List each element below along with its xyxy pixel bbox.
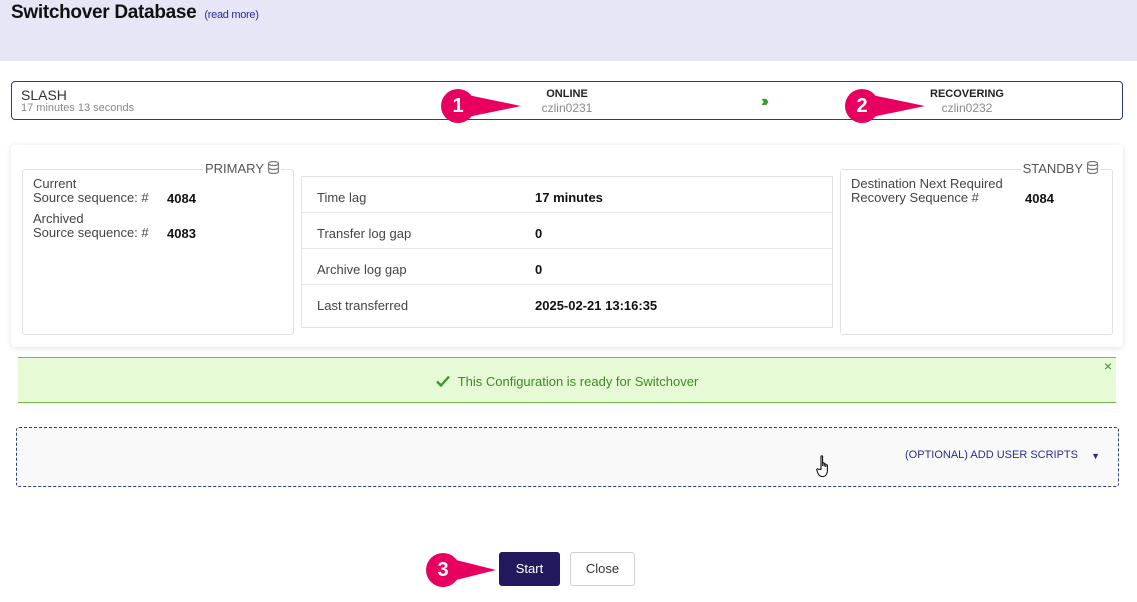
add-user-scripts-toggle[interactable]: (OPTIONAL) ADD USER SCRIPTS — [905, 449, 1078, 461]
ready-status-banner: This Configuration is ready for Switchov… — [18, 357, 1116, 403]
table-row: Transfer log gap 0 — [302, 213, 832, 249]
recovery-label-line1: Destination Next Required — [851, 176, 1003, 191]
primary-status: ONLINE — [546, 88, 588, 100]
start-button[interactable]: Start — [499, 552, 560, 586]
page-title-text: Switchover Database — [11, 2, 197, 23]
marker-number: 2 — [845, 89, 879, 123]
database-icon — [1087, 161, 1098, 174]
primary-node: ONLINE czlin0231 — [507, 88, 627, 115]
archived-label-line2: Source sequence: # — [33, 225, 149, 240]
banner-message-row: This Configuration is ready for Switchov… — [18, 374, 1116, 389]
primary-legend-label: PRIMARY — [205, 161, 264, 176]
caret-down-icon[interactable]: ▼ — [1091, 451, 1100, 461]
double-chevron-right-icon: ››› — [761, 93, 769, 110]
standby-node: RECOVERING czlin0232 — [907, 88, 1027, 115]
user-scripts-section: (OPTIONAL) ADD USER SCRIPTS ▼ — [16, 427, 1119, 487]
standby-status: RECOVERING — [930, 88, 1004, 100]
metric-value: 0 — [535, 226, 543, 241]
archived-label: Archived Source sequence: # — [33, 212, 149, 240]
banner-message: This Configuration is ready for Switchov… — [457, 374, 699, 389]
lag-metrics-table: Time lag 17 minutes Transfer log gap 0 A… — [301, 176, 833, 328]
database-uptime: 17 minutes 13 seconds — [21, 102, 135, 114]
standby-legend-label: STANDBY — [1022, 161, 1083, 176]
standby-panel: STANDBY Destination Next Required Recove… — [840, 161, 1113, 335]
metric-value: 17 minutes — [535, 190, 603, 205]
marker-number: 1 — [441, 89, 475, 123]
current-label-line1: Current — [33, 176, 77, 191]
marker-number: 3 — [426, 553, 460, 587]
metric-label: Time lag — [317, 190, 367, 205]
metric-value: 0 — [535, 262, 543, 277]
recovery-sequence-value: 4084 — [1025, 191, 1054, 206]
check-icon — [435, 375, 450, 387]
banner-close-icon[interactable]: × — [1104, 358, 1112, 374]
database-icon — [268, 161, 279, 174]
standby-host: czlin0232 — [941, 101, 993, 115]
read-more-link[interactable]: (read more) — [204, 9, 258, 21]
primary-panel: PRIMARY Current Source sequence: # 4084 … — [22, 161, 294, 335]
primary-legend: PRIMARY — [203, 161, 281, 176]
table-row: Time lag 17 minutes — [302, 177, 832, 213]
metric-value: 2025-02-21 13:16:35 — [535, 298, 658, 313]
table-row: Last transferred 2025-02-21 13:16:35 — [302, 285, 832, 321]
metric-label: Last transferred — [317, 298, 409, 313]
close-button[interactable]: Close — [570, 552, 635, 586]
metric-label: Transfer log gap — [317, 226, 412, 241]
page-title: Switchover Database (read more) — [11, 2, 259, 24]
hand-cursor-icon — [816, 455, 828, 478]
metric-label: Archive log gap — [317, 262, 407, 277]
current-label: Current Source sequence: # — [33, 177, 149, 205]
recovery-sequence-label: Destination Next Required Recovery Seque… — [851, 177, 1003, 205]
switchover-summary-bar: SLASH 17 minutes 13 seconds ONLINE czlin… — [11, 81, 1123, 120]
header-band: Switchover Database (read more) — [0, 0, 1137, 61]
archived-label-line1: Archived — [33, 211, 84, 226]
primary-host: czlin0231 — [541, 101, 593, 115]
current-sequence-value: 4084 — [167, 191, 196, 206]
replication-details-card: PRIMARY Current Source sequence: # 4084 … — [11, 145, 1123, 347]
archived-sequence-value: 4083 — [167, 226, 196, 241]
current-label-line2: Source sequence: # — [33, 190, 149, 205]
table-row: Archive log gap 0 — [302, 249, 832, 285]
database-name: SLASH — [21, 87, 67, 103]
standby-legend: STANDBY — [1020, 161, 1100, 176]
recovery-label-line2: Recovery Sequence # — [851, 190, 979, 205]
